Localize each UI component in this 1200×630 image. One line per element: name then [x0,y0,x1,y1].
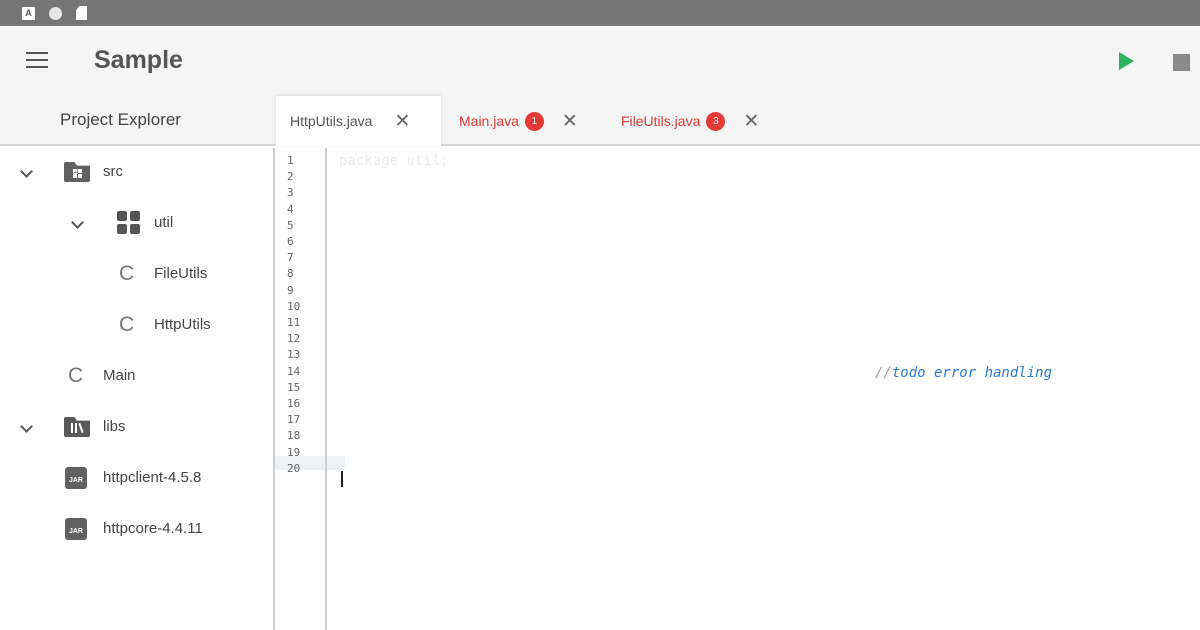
tree-item-libs[interactable]: libs [0,407,273,447]
tree-item-util[interactable]: util [0,203,273,243]
close-icon[interactable]: ✕ [743,110,759,133]
library-folder-icon [64,417,90,437]
code-comment: //todo error handling [875,365,1052,381]
tree-item-httpclient-jar[interactable]: JAR httpclient-4.5.8 [0,458,273,498]
tree-item-httputils[interactable]: C HttpUtils [0,305,273,345]
tree-item-label: FileUtils [154,265,208,282]
tree-item-httpcore-jar[interactable]: JAR httpcore-4.4.11 [0,509,273,549]
source-folder-icon [64,162,90,182]
stop-icon [1172,53,1190,71]
class-icon: C [68,364,84,387]
tree-item-label: httpcore-4.4.11 [103,520,203,537]
tree-item-src[interactable]: src [0,152,273,192]
line-number: 10 [287,299,301,313]
run-button[interactable] [1116,50,1136,72]
error-count-badge: 3 [706,111,726,131]
line-number: 15 [287,380,301,394]
comment-slashes: // [875,365,892,381]
line-number: 17 [287,413,301,427]
line-number: 20 [287,461,301,475]
tab-httputils[interactable]: HttpUtils.java ✕ [276,96,441,146]
code-line-package: package util; [339,153,449,169]
project-explorer-title: Project Explorer [60,110,181,129]
notification-a-icon: A [22,6,35,20]
line-number: 5 [287,218,294,232]
tree-item-label: util [154,214,174,231]
system-status-bar: A [0,0,1200,26]
tree-item-label: Main [103,367,136,384]
text-cursor [341,471,343,487]
tab-main[interactable]: Main.java 1 ✕ [459,96,599,146]
editor-tab-row: Project Explorer HttpUtils.java ✕ Main.j… [0,96,1200,146]
line-number: 1 [287,154,294,167]
line-number: 12 [287,332,301,346]
app-title: Sample [94,46,183,74]
tab-fileutils[interactable]: FileUtils.java 3 ✕ [621,96,781,146]
line-number: 6 [287,235,294,248]
line-number: 13 [287,348,301,362]
line-number: 8 [287,267,294,281]
tab-label: HttpUtils.java [290,113,373,129]
line-number-gutter: 1 2 3 4 5 6 7 8 9 10 11 12 13 14 15 16 17 18 19 20 [275,148,327,630]
line-number: 16 [287,397,301,410]
code-editor[interactable]: 1 2 3 4 5 6 7 8 9 10 11 12 13 14 15 16 17 18 19 20 package … [273,148,1200,630]
line-number: 7 [287,251,294,265]
package-icon [117,211,140,234]
tree-item-label: libs [103,418,126,435]
tab-label: Main.java [459,113,519,129]
error-count-badge: 1 [524,111,544,131]
comment-text: todo error handling [891,365,1053,381]
app-bar: Sample [0,26,1200,96]
jar-icon: JAR [65,518,87,540]
chevron-down-icon[interactable] [71,218,83,230]
line-number: 2 [287,170,294,184]
notification-circle-icon [49,6,62,20]
tab-label: FileUtils.java [621,113,701,129]
tree-item-fileutils[interactable]: C FileUtils [0,254,273,294]
play-icon [1118,52,1134,70]
close-icon[interactable]: ✕ [562,110,578,133]
tree-item-label: src [103,163,123,180]
line-number: 3 [287,186,294,200]
class-icon: C [119,313,135,336]
tree-item-label: HttpUtils [154,316,211,333]
jar-icon: JAR [65,467,87,489]
project-explorer-tree: src util C FileUtils C HttpUtils C Main … [0,148,273,630]
sd-card-icon [76,6,87,20]
line-number: 11 [287,316,301,329]
hamburger-menu-icon[interactable] [26,52,48,70]
chevron-down-icon[interactable] [20,422,32,434]
tree-item-main[interactable]: C Main [0,356,273,396]
line-number: 14 [287,364,301,378]
stop-button[interactable] [1170,52,1192,72]
close-icon[interactable]: ✕ [394,110,410,133]
tree-item-label: httpclient-4.5.8 [103,469,202,486]
class-icon: C [119,262,135,285]
chevron-down-icon[interactable] [20,167,32,179]
line-number: 18 [287,429,301,443]
line-number: 19 [287,445,301,459]
line-number: 4 [287,202,294,216]
line-number: 9 [287,283,294,297]
